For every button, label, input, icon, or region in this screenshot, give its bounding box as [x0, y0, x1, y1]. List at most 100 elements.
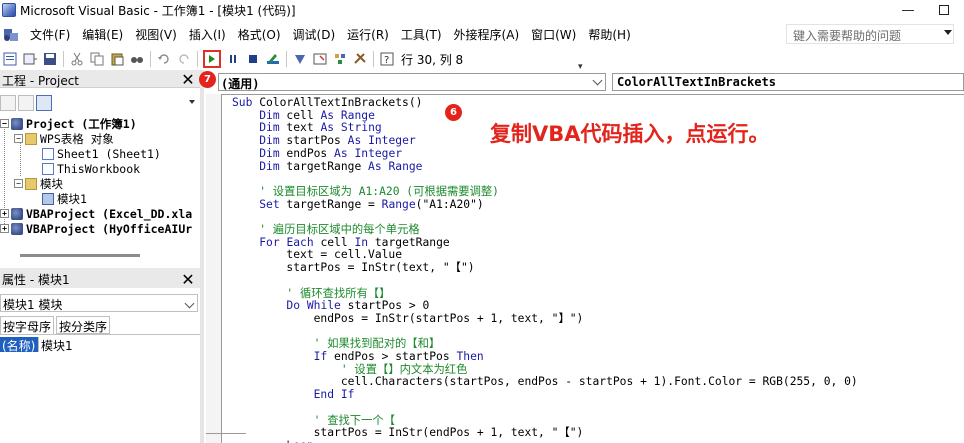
code-line[interactable]: Dim cell As Range: [232, 109, 375, 122]
insert-userform-icon[interactable]: [22, 51, 38, 67]
code-comment-line[interactable]: ' 遍历目标区域中的每个单元格: [232, 224, 419, 236]
menu-window[interactable]: 窗口(W): [525, 26, 582, 43]
help-search-input[interactable]: 键入需要帮助的问题: [786, 24, 954, 44]
code-margin[interactable]: [206, 94, 222, 443]
run-button[interactable]: [203, 50, 221, 68]
tree-item-wps-objects[interactable]: − WPS表格 对象: [14, 131, 114, 146]
code-line[interactable]: Sub ColorAllTextInBrackets(): [232, 97, 422, 109]
code-line[interactable]: Set targetRange = Range("A1:A20"): [232, 198, 483, 211]
standard-toolbar: ? 行 30, 列 8: [0, 48, 964, 70]
copy-icon[interactable]: [89, 51, 105, 67]
tree-item-thisworkbook[interactable]: ThisWorkbook: [42, 161, 140, 176]
code-comment-line[interactable]: ' 设置目标区域为 A1:A20 (可根据需要调整): [232, 185, 499, 198]
menu-addins[interactable]: 外接程序(A): [448, 26, 526, 43]
menu-help[interactable]: 帮助(H): [582, 26, 636, 43]
window-title: Microsoft Visual Basic - 工作簿1 - [模块1 (代码…: [20, 3, 296, 18]
toolbar-separator: [286, 51, 287, 67]
toolbar-options-icon[interactable]: ▾: [578, 62, 583, 72]
redo-icon[interactable]: [176, 51, 192, 67]
menu-edit[interactable]: 编辑(E): [76, 26, 129, 43]
code-line[interactable]: endPos = InStr(startPos + 1, text, "】"): [232, 312, 584, 325]
code-line[interactable]: text = cell.Value: [232, 249, 402, 261]
collapse-icon[interactable]: −: [14, 179, 23, 188]
properties-close-icon[interactable]: ✕: [179, 270, 197, 289]
code-line[interactable]: cell.Characters(startPos, endPos - start…: [232, 376, 858, 388]
panel-splitter[interactable]: [200, 70, 204, 443]
code-line[interactable]: Do While startPos > 0: [232, 300, 429, 312]
tree-item-vbaproject-excel-dd[interactable]: + VBAProject (Excel_DD.xla: [0, 206, 192, 221]
code-line[interactable]: End If: [232, 389, 355, 401]
tree-item-label: Project (工作簿1): [26, 116, 137, 131]
view-excel-icon[interactable]: [2, 51, 18, 67]
module-icon: [42, 192, 54, 205]
toolbar-separator: [63, 51, 64, 67]
toolbox-icon[interactable]: [352, 51, 368, 67]
code-line[interactable]: Dim endPos As Integer: [232, 147, 402, 160]
undo-icon[interactable]: [156, 51, 172, 67]
view-code-button[interactable]: [0, 95, 16, 111]
menu-format[interactable]: 格式(O): [232, 26, 287, 43]
project-panel-caret-icon[interactable]: [189, 100, 195, 104]
code-comment-line[interactable]: ' 循环查找所有【】: [232, 287, 390, 300]
project-toolbar: [0, 92, 200, 114]
code-line[interactable]: Dim text As String: [232, 122, 381, 134]
procedure-combo[interactable]: ColorAllTextInBrackets: [612, 73, 964, 91]
tree-item-module1[interactable]: 模块1: [42, 191, 87, 206]
object-combo[interactable]: (通用): [218, 73, 606, 91]
maximize-icon: [939, 5, 949, 15]
code-comment-line[interactable]: ' 如果找到配对的【和】: [232, 338, 441, 350]
property-key: (名称): [0, 337, 38, 353]
break-icon[interactable]: [225, 51, 241, 67]
paste-icon[interactable]: [109, 51, 125, 67]
menu-run[interactable]: 运行(R): [341, 26, 395, 43]
cut-icon[interactable]: [69, 51, 85, 67]
tree-item-vbaproject-hyoffice[interactable]: + VBAProject (HyOfficeAIUr: [0, 221, 192, 236]
workbook-icon: [42, 162, 54, 175]
maximize-button[interactable]: [924, 0, 964, 20]
code-line[interactable]: Dim startPos As Integer: [232, 135, 415, 147]
code-line[interactable]: For Each cell In targetRange: [232, 236, 449, 249]
help-icon[interactable]: ?: [379, 51, 395, 67]
tree-item-sheet1[interactable]: Sheet1 (Sheet1): [42, 146, 161, 161]
property-value[interactable]: 模块1: [38, 337, 73, 353]
help-dropdown-icon[interactable]: [944, 30, 952, 35]
code-comment-line[interactable]: ' 查找下一个【: [232, 414, 395, 427]
code-line[interactable]: startPos = InStr(endPos + 1, text, "【"): [232, 427, 584, 439]
code-line[interactable]: If endPos > startPos Then: [232, 351, 484, 363]
tree-item-label: 模块1: [57, 191, 87, 206]
menu-view[interactable]: 视图(V): [129, 26, 183, 43]
menu-tools[interactable]: 工具(T): [395, 26, 448, 43]
code-line[interactable]: startPos = InStr(text, "【"): [232, 262, 474, 274]
minimize-button[interactable]: —: [888, 0, 928, 20]
tree-item-label: VBAProject (HyOfficeAIUr: [26, 221, 193, 236]
tab-alphabetic[interactable]: 按字母序: [0, 316, 55, 334]
view-toggle-bar[interactable]: [206, 433, 246, 443]
project-explorer-icon[interactable]: [292, 51, 308, 67]
tree-item-label: Sheet1 (Sheet1): [57, 146, 161, 161]
menu-file[interactable]: 文件(F): [24, 26, 76, 43]
view-object-button[interactable]: [18, 95, 34, 111]
object-browser-icon[interactable]: [332, 51, 348, 67]
expand-icon[interactable]: +: [0, 224, 9, 233]
tree-item-project[interactable]: − Project (工作簿1): [0, 116, 137, 131]
code-comment-line[interactable]: ' 设置【】内文本为红色: [232, 363, 468, 376]
tab-categorized[interactable]: 按分类序: [56, 316, 111, 334]
properties-object-select[interactable]: 模块1 模块: [0, 294, 198, 312]
property-row-name[interactable]: (名称) 模块1: [0, 337, 73, 353]
collapse-icon[interactable]: −: [14, 134, 23, 143]
save-icon[interactable]: [42, 51, 58, 67]
collapse-icon[interactable]: −: [0, 119, 9, 128]
code-line[interactable]: Dim targetRange As Range: [232, 160, 422, 173]
toggle-folders-button[interactable]: [36, 95, 52, 111]
expand-icon[interactable]: +: [0, 209, 9, 218]
project-close-icon[interactable]: ✕: [179, 70, 197, 89]
properties-window-icon[interactable]: [312, 51, 328, 67]
menu-debug[interactable]: 调试(D): [287, 26, 342, 43]
reset-icon[interactable]: [245, 51, 261, 67]
tree-item-modules-folder[interactable]: − 模块: [14, 176, 63, 191]
vba-project-icon: [11, 207, 23, 220]
design-mode-icon[interactable]: [265, 51, 281, 67]
find-icon[interactable]: [129, 51, 145, 67]
project-scrollbar[interactable]: [20, 254, 140, 257]
menu-insert[interactable]: 插入(I): [183, 26, 232, 43]
